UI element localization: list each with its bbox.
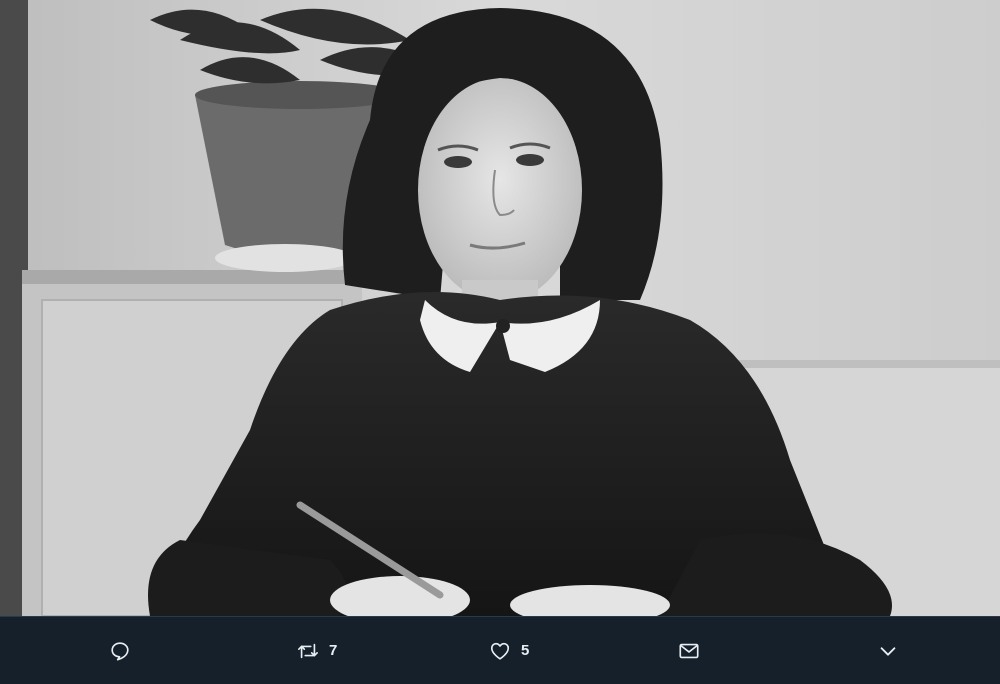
retweet-icon (296, 639, 320, 663)
reply-icon (108, 639, 132, 663)
reply-button[interactable] (108, 617, 132, 684)
retweet-button[interactable]: 7 (296, 617, 337, 684)
tweet-action-bar: 7 5 (0, 616, 1000, 683)
direct-message-button[interactable] (677, 617, 701, 684)
tweet-photo[interactable] (0, 0, 1000, 616)
chevron-down-icon (876, 639, 900, 663)
like-count: 5 (521, 642, 530, 659)
portrait-photo-image (0, 0, 1000, 616)
envelope-icon (677, 639, 701, 663)
like-button[interactable]: 5 (488, 617, 529, 684)
more-options-button[interactable] (876, 617, 900, 684)
heart-icon (488, 639, 512, 663)
retweet-count: 7 (329, 642, 338, 659)
